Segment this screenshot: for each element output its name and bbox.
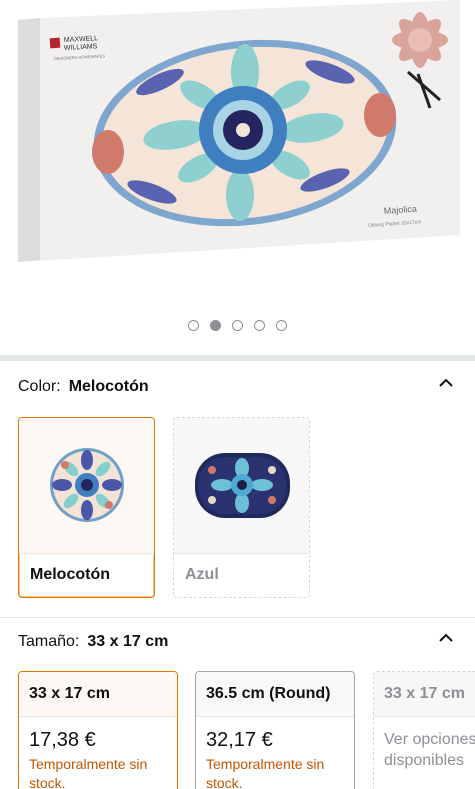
size-option-status: Temporalmente sin stock. xyxy=(206,756,325,789)
carousel-dots[interactable] xyxy=(0,320,475,331)
section-divider xyxy=(0,617,475,618)
carousel-dot-active[interactable] xyxy=(210,320,221,331)
size-option-price: 32,17 € xyxy=(206,729,273,751)
carousel-dot[interactable] xyxy=(232,320,243,331)
chevron-up-icon[interactable] xyxy=(439,378,453,387)
size-option-33x17[interactable]: 33 x 17 cm 17,38 € Temporalmente sin sto… xyxy=(18,671,178,789)
size-label: Tamaño: xyxy=(18,633,80,650)
size-option-name: 36.5 cm (Round) xyxy=(196,672,354,717)
size-option-name: 33 x 17 cm xyxy=(19,672,177,717)
color-selected-value: Melocotón xyxy=(68,378,149,395)
color-option-melocoton[interactable]: Melocotón xyxy=(18,417,155,598)
size-option-name: 33 x 17 cm xyxy=(374,672,475,717)
size-selected-value: 33 x 17 cm xyxy=(87,633,169,650)
size-section-header: Tamaño: 33 x 17 cm xyxy=(18,633,168,651)
swatch-image xyxy=(19,418,154,554)
size-option-33x17-alt[interactable]: 33 x 17 cm Ver opciones disponibles xyxy=(373,671,475,789)
swatch-label: Melocotón xyxy=(30,566,110,583)
size-option-price: 17,38 € xyxy=(29,729,96,751)
section-divider xyxy=(0,355,475,361)
color-option-azul[interactable]: Azul xyxy=(173,417,310,598)
chevron-up-icon[interactable] xyxy=(439,633,453,642)
swatch-label: Azul xyxy=(185,566,219,583)
carousel-dot[interactable] xyxy=(254,320,265,331)
size-option-status: Temporalmente sin stock. xyxy=(29,756,148,789)
color-label: Color: xyxy=(18,378,61,395)
carousel-dot[interactable] xyxy=(276,320,287,331)
size-option-note: Ver opciones disponibles xyxy=(384,731,475,769)
carousel-dot[interactable] xyxy=(188,320,199,331)
size-option-36-5-round[interactable]: 36.5 cm (Round) 32,17 € Temporalmente si… xyxy=(195,671,355,789)
swatch-image xyxy=(174,418,309,554)
product-image: MAXWELL WILLIAMS DESIGNERS HOMEWARES Maj… xyxy=(18,0,460,262)
product-image-carousel[interactable]: MAXWELL WILLIAMS DESIGNERS HOMEWARES Maj… xyxy=(0,0,475,355)
color-section-header: Color: Melocotón xyxy=(18,378,149,396)
